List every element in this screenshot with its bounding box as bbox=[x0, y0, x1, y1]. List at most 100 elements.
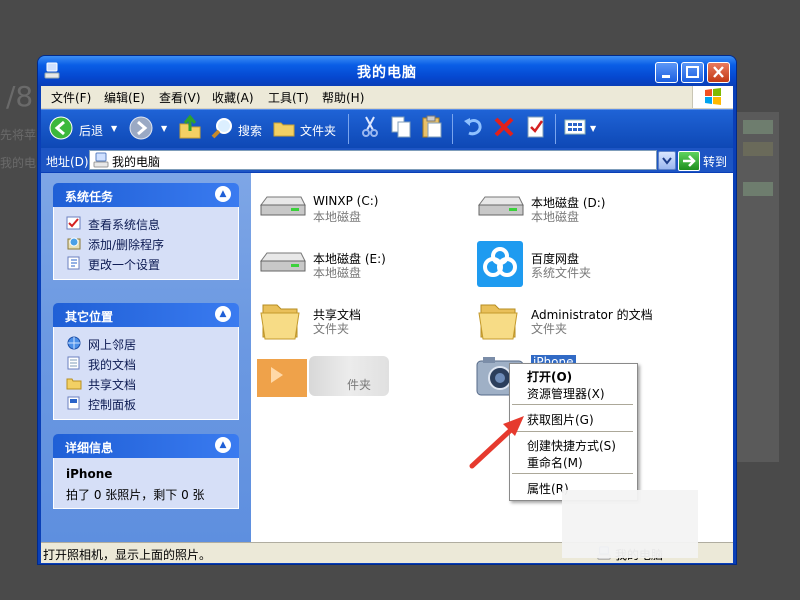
windows-flag-icon bbox=[705, 88, 721, 105]
properties-button[interactable] bbox=[524, 114, 548, 142]
file-type: 本地磁盘 bbox=[313, 266, 362, 280]
forward-arrow-icon bbox=[129, 116, 153, 140]
place-label: 共享文档 bbox=[88, 378, 137, 392]
menu-rename[interactable]: 重命名(M) bbox=[527, 454, 583, 471]
place-my-documents[interactable]: 我的文档 bbox=[54, 353, 238, 373]
menu-create-shortcut[interactable]: 创建快捷方式(S) bbox=[527, 437, 616, 454]
my-documents-icon bbox=[67, 356, 80, 370]
shared-documents-folder[interactable]: 共享文档 文件夹 bbox=[257, 297, 477, 345]
task-add-remove-programs[interactable]: 添加/删除程序 bbox=[54, 233, 238, 253]
go-button[interactable] bbox=[678, 151, 700, 171]
task-label: 更改一个设置 bbox=[88, 258, 161, 272]
menu-explore[interactable]: 资源管理器(X) bbox=[527, 385, 605, 402]
maximize-button[interactable] bbox=[681, 62, 704, 83]
place-shared-documents[interactable]: 共享文档 bbox=[54, 373, 238, 393]
window-title: 我的电脑 bbox=[357, 65, 417, 81]
task-pane: 系统任务 ▲ 查看系统信息 添加/删除程序 更改一个设置 其它位置 ▲ 网上邻居… bbox=[41, 173, 251, 542]
folders-button[interactable]: 文件夹 bbox=[272, 114, 340, 142]
search-label: 搜索 bbox=[238, 124, 263, 138]
go-label[interactable]: 转到 bbox=[703, 153, 727, 170]
drive-c[interactable]: WINXP (C:) 本地磁盘 bbox=[257, 185, 477, 233]
back-button[interactable]: 后退 ▼ bbox=[49, 114, 117, 142]
folder-icon bbox=[66, 378, 82, 390]
administrator-documents-folder[interactable]: Administrator 的文档 文件夹 bbox=[475, 297, 695, 345]
file-list: WINXP (C:) 本地磁盘 本地磁盘 (D:) 本地磁盘 本地磁盘 (E:)… bbox=[251, 173, 733, 542]
copy-icon bbox=[391, 116, 411, 138]
go-arrow-icon bbox=[683, 155, 696, 167]
place-network[interactable]: 网上邻居 bbox=[54, 333, 238, 353]
scissors-icon bbox=[362, 116, 378, 137]
forward-dropdown-icon[interactable]: ▼ bbox=[161, 124, 167, 133]
back-label: 后退 bbox=[79, 124, 104, 138]
background-text: /8 bbox=[6, 80, 34, 113]
place-label: 网上邻居 bbox=[88, 338, 137, 352]
toolbar-separator bbox=[555, 114, 556, 144]
toolbar: 后退 ▼ ▼ 搜索 文件夹 ▼ bbox=[41, 109, 733, 149]
panel-title: 系统任务 bbox=[65, 190, 114, 204]
address-bar: 地址(D) 我的电脑 转到 bbox=[41, 148, 733, 172]
collapse-chevron-icon[interactable]: ▲ bbox=[215, 437, 231, 453]
minimize-button[interactable] bbox=[655, 62, 678, 83]
chevron-down-icon bbox=[662, 157, 672, 165]
delete-button[interactable] bbox=[492, 114, 516, 142]
menu-separator bbox=[512, 431, 633, 432]
close-button[interactable] bbox=[707, 62, 730, 83]
menu-edit[interactable]: 编辑(E) bbox=[104, 89, 145, 106]
panel-header[interactable]: 系统任务 ▲ bbox=[53, 183, 239, 207]
blurred-folder[interactable]: 件夹 bbox=[257, 353, 477, 401]
folders-label: 文件夹 bbox=[300, 124, 337, 138]
file-name: WINXP (C:) bbox=[313, 194, 379, 208]
paste-icon bbox=[422, 115, 442, 138]
close-icon bbox=[713, 66, 724, 78]
file-type: 本地磁盘 bbox=[531, 210, 580, 224]
up-folder-button[interactable] bbox=[178, 114, 202, 142]
views-button[interactable]: ▼ bbox=[563, 114, 599, 142]
views-dropdown-icon[interactable]: ▼ bbox=[590, 124, 596, 133]
drive-d[interactable]: 本地磁盘 (D:) 本地磁盘 bbox=[475, 185, 695, 233]
details-panel: 详细信息 ▲ iPhone 拍了 0 张照片，剩下 0 张 bbox=[53, 434, 239, 509]
paste-button[interactable] bbox=[420, 114, 444, 142]
task-change-setting[interactable]: 更改一个设置 bbox=[54, 253, 238, 273]
panel-header[interactable]: 其它位置 ▲ bbox=[53, 303, 239, 327]
computer-icon bbox=[93, 152, 109, 168]
add-remove-programs-icon bbox=[67, 237, 81, 250]
title-bar[interactable]: 我的电脑 bbox=[38, 56, 736, 86]
menu-separator bbox=[512, 473, 633, 474]
copy-to-button[interactable] bbox=[389, 114, 413, 142]
menu-favorites[interactable]: 收藏(A) bbox=[212, 89, 254, 106]
folders-icon bbox=[273, 122, 295, 137]
task-label: 添加/删除程序 bbox=[88, 238, 165, 252]
menu-file[interactable]: 文件(F) bbox=[51, 89, 91, 106]
menu-get-pictures[interactable]: 获取图片(G) bbox=[527, 411, 594, 428]
task-label: 查看系统信息 bbox=[88, 218, 161, 232]
panel-header[interactable]: 详细信息 ▲ bbox=[53, 434, 239, 458]
system-tasks-panel: 系统任务 ▲ 查看系统信息 添加/删除程序 更改一个设置 bbox=[53, 183, 239, 280]
menu-view[interactable]: 查看(V) bbox=[159, 89, 201, 106]
undo-button[interactable] bbox=[461, 114, 485, 142]
place-control-panel[interactable]: 控制面板 bbox=[54, 393, 238, 413]
search-icon bbox=[211, 118, 232, 139]
menu-tools[interactable]: 工具(T) bbox=[268, 89, 309, 106]
back-dropdown-icon[interactable]: ▼ bbox=[111, 124, 117, 133]
mosaic-blur bbox=[562, 490, 698, 558]
toolbar-separator bbox=[452, 114, 453, 144]
details-text: 拍了 0 张照片，剩下 0 张 bbox=[66, 488, 205, 502]
search-button[interactable]: 搜索 bbox=[211, 114, 273, 142]
drive-e[interactable]: 本地磁盘 (E:) 本地磁盘 bbox=[257, 241, 477, 289]
collapse-chevron-icon[interactable]: ▲ bbox=[215, 306, 231, 322]
move-to-button[interactable] bbox=[358, 114, 382, 142]
task-view-system-info[interactable]: 查看系统信息 bbox=[54, 213, 238, 233]
address-input[interactable]: 我的电脑 bbox=[89, 150, 657, 170]
baidu-netdisk[interactable]: 百度网盘 系统文件夹 bbox=[475, 241, 695, 289]
file-type: 系统文件夹 bbox=[531, 266, 592, 280]
menu-help[interactable]: 帮助(H) bbox=[322, 89, 364, 106]
folder-icon bbox=[260, 304, 300, 340]
file-type: 本地磁盘 bbox=[313, 210, 362, 224]
collapse-chevron-icon[interactable]: ▲ bbox=[215, 186, 231, 202]
system-info-icon bbox=[66, 216, 81, 230]
forward-button[interactable]: ▼ bbox=[129, 114, 171, 142]
menu-open[interactable]: 打开(O) bbox=[527, 368, 572, 385]
address-dropdown-button[interactable] bbox=[658, 151, 676, 170]
undo-icon bbox=[464, 118, 482, 136]
control-panel-icon bbox=[67, 396, 80, 410]
